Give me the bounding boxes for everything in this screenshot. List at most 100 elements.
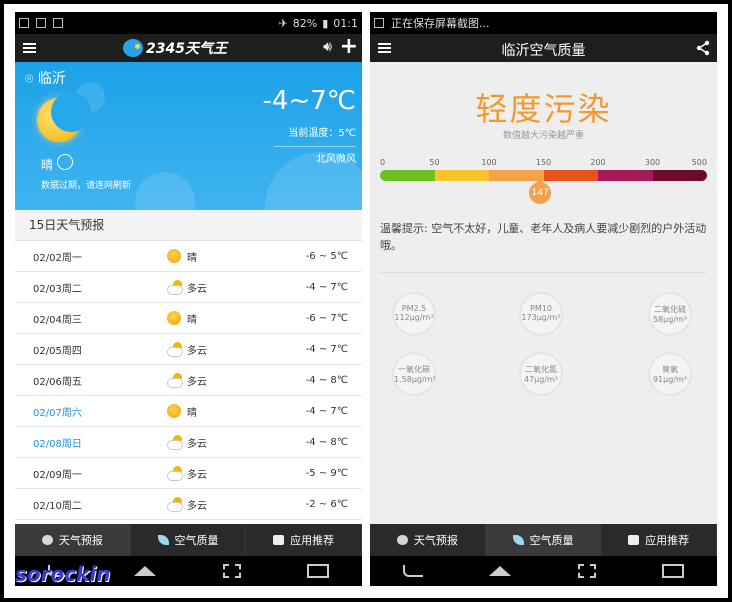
pollutant-item: PM10 173μg/m³ xyxy=(519,292,563,336)
pollutant-item: 二氧化硫 58μg/m³ xyxy=(648,292,692,336)
tab-air-quality[interactable]: 空气质量 xyxy=(485,524,602,556)
forecast-row[interactable]: 02/09周一 多云 -5 ~ 9℃ xyxy=(15,458,362,489)
pollutant-value: 58μg/m³ xyxy=(652,315,688,324)
forecast-row[interactable]: 02/10周二 多云 -2 ~ 6℃ xyxy=(15,489,362,520)
aqi-scale-label: 150 xyxy=(535,158,552,167)
bag-icon xyxy=(273,535,285,545)
home-icon[interactable] xyxy=(134,566,157,576)
pollutant-item: 臭氧 91μg/m³ xyxy=(648,352,692,396)
divider xyxy=(380,272,707,273)
pollutant-value: 47μg/m³ xyxy=(523,375,559,384)
forecast-row[interactable]: 02/03周二 多云 -4 ~ 7℃ xyxy=(15,272,362,303)
city-name: 临沂 xyxy=(37,71,66,87)
pollutant-name: PM10 xyxy=(530,304,552,313)
pollutant-name: 二氧化硫 xyxy=(654,305,686,314)
add-city-icon[interactable]: + xyxy=(340,35,358,59)
share-icon[interactable] xyxy=(695,40,711,56)
forecast-date: 02/06周五 xyxy=(33,376,82,388)
forecast-condition: 多云 xyxy=(187,283,207,295)
forecast-date: 02/10周二 xyxy=(33,500,82,512)
notification-icon xyxy=(19,18,29,28)
airplane-icon: ✈ xyxy=(278,16,288,30)
forecast-date: 02/02周一 xyxy=(33,252,82,264)
forecast-temp-range: -6 ~ 7℃ xyxy=(305,312,348,324)
pollution-level: 轻度污染 xyxy=(475,90,612,128)
forecast-row[interactable]: 02/06周五 多云 -4 ~ 8℃ xyxy=(15,365,362,396)
tab-air-quality[interactable]: 空气质量 xyxy=(131,524,247,556)
forecast-date: 02/07周六 xyxy=(33,407,82,419)
tab-app-recommend[interactable]: 应用推荐 xyxy=(601,524,717,556)
aqi-scale-label: 50 xyxy=(429,158,440,167)
forecast-condition: 多云 xyxy=(187,469,207,481)
health-tip: 温馨提示: 空气不太好，儿童、老年人及病人要减少剧烈的户外活动哦。 xyxy=(380,222,707,252)
forecast-row[interactable]: 02/07周六 晴 -4 ~ 7℃ xyxy=(15,396,362,427)
app-bar: 2345天气王 🔊︎ + xyxy=(15,34,362,62)
forecast-temp-range: -4 ~ 7℃ xyxy=(305,405,348,417)
tab-weather-forecast[interactable]: 天气预报 xyxy=(370,524,486,556)
pollutant-name: 二氧化氮 xyxy=(525,365,557,374)
sun-icon xyxy=(167,404,181,418)
pollutant-name: 一氧化碳 xyxy=(398,365,430,374)
pollutant-item: 一氧化碳 1.58μg/m³ xyxy=(392,352,436,396)
partly-cloudy-icon xyxy=(167,342,183,357)
forecast-row[interactable]: 02/04周三 晴 -6 ~ 7℃ xyxy=(15,303,362,334)
tab-app-recommend[interactable]: 应用推荐 xyxy=(246,524,362,556)
back-icon[interactable] xyxy=(403,565,424,577)
pollutant-value: 173μg/m³ xyxy=(521,313,561,322)
pollutant-name: PM2.5 xyxy=(401,304,427,313)
menu-icon[interactable] xyxy=(15,34,43,62)
forecast-date: 02/04周三 xyxy=(33,314,82,326)
forecast-row[interactable]: 02/08周日 多云 -4 ~ 8℃ xyxy=(15,427,362,458)
forecast-condition: 多云 xyxy=(187,376,207,388)
watermark: sorockin xyxy=(15,562,111,586)
system-nav-bar xyxy=(370,556,717,586)
pollutant-item: PM2.5 112μg/m³ xyxy=(392,292,436,336)
app-bar: 临沂空气质量 xyxy=(370,34,717,62)
image-icon xyxy=(374,18,384,28)
app-brand-text: 2345天气王 xyxy=(146,41,227,57)
tab-weather-forecast[interactable]: 天气预报 xyxy=(15,524,131,556)
forecast-condition: 多云 xyxy=(187,438,207,450)
forecast-temp-range: -4 ~ 7℃ xyxy=(305,343,348,355)
screenshot-icon[interactable] xyxy=(222,564,241,578)
aqi-scale-segment xyxy=(652,170,707,181)
partly-cloudy-icon xyxy=(167,497,183,512)
home-icon[interactable] xyxy=(489,566,512,576)
aqi-scale-segment xyxy=(380,170,435,181)
bag-icon xyxy=(628,535,640,545)
aqi-scale-label: 100 xyxy=(481,158,497,167)
city-label[interactable]: ⌾ 临沂 xyxy=(25,68,66,88)
forecast-row[interactable]: 02/02周一 晴 -6 ~ 5℃ xyxy=(15,241,362,272)
forecast-condition: 晴 xyxy=(187,252,197,264)
location-pin-icon: ⌾ xyxy=(25,71,34,87)
sun-icon xyxy=(167,249,181,263)
weather-screen: ✈ 82% ▮ 01:1 2345天气王 🔊︎ + ⌾ 临沂 -4~7℃ 当前温… xyxy=(15,12,362,586)
moon-icon xyxy=(37,92,91,142)
forecast-temp-range: -5 ~ 9℃ xyxy=(305,467,348,479)
partly-cloudy-icon xyxy=(167,373,183,388)
app-brand: 2345天气王 xyxy=(123,38,227,58)
image-icon xyxy=(53,18,63,28)
speaker-icon[interactable]: 🔊︎ xyxy=(323,39,332,55)
recent-apps-icon[interactable] xyxy=(306,564,329,578)
temperature-range: -4~7℃ xyxy=(262,86,356,116)
wind-info: 北风微风 xyxy=(274,146,356,165)
recent-apps-icon[interactable] xyxy=(661,564,684,578)
partly-cloudy-icon xyxy=(167,280,183,295)
data-outdated-notice: 数据过期，请连网刷新 xyxy=(41,181,132,191)
forecast-date: 02/09周一 xyxy=(33,469,82,481)
share-icon[interactable] xyxy=(57,154,73,170)
screenshot-icon[interactable] xyxy=(577,564,596,578)
pollutant-value: 112μg/m³ xyxy=(394,313,434,322)
clock: 01:1 xyxy=(333,16,358,30)
aqi-scale-label: 200 xyxy=(590,158,606,167)
leaf-icon xyxy=(157,535,169,545)
pollutant-name: 臭氧 xyxy=(662,365,678,374)
aqi-scale-label: 500 xyxy=(691,158,707,167)
forecast-row[interactable]: 02/05周四 多云 -4 ~ 7℃ xyxy=(15,334,362,365)
forecast-date: 02/03周二 xyxy=(33,283,82,295)
aqi-scale-label: 0 xyxy=(380,158,386,167)
status-bar: 正在保存屏幕截图... xyxy=(370,12,717,34)
battery-level: 82% xyxy=(292,16,318,30)
partly-cloudy-icon xyxy=(167,435,183,450)
